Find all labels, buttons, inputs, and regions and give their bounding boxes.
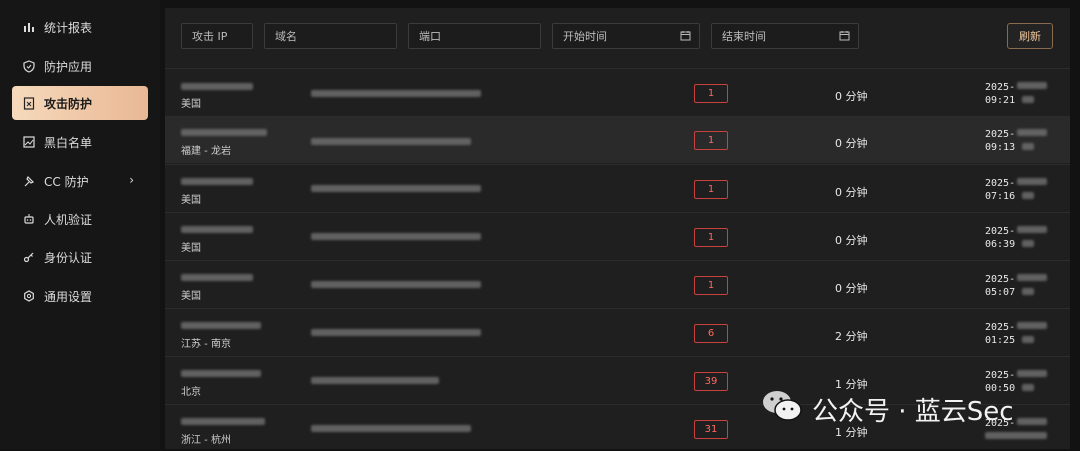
shield-icon <box>22 59 36 73</box>
list-image-icon <box>22 135 36 149</box>
location-cell: 美国 <box>181 99 201 110</box>
attack-count-badge: 6 <box>694 324 728 343</box>
attack-count-badge: 1 <box>694 131 728 150</box>
duration-cell: 0 分钟 <box>835 282 868 295</box>
key-icon <box>22 250 36 264</box>
time-date: 2025- <box>985 226 1016 237</box>
sidebar-item-blackwhite[interactable]: 黑白名单 <box>12 125 148 159</box>
time-date: 2025- <box>985 370 1016 381</box>
sidebar-item-cc[interactable]: CC 防护 › <box>12 164 148 198</box>
pin-icon <box>22 174 36 188</box>
port-filter-input[interactable]: 端口 <box>408 23 541 49</box>
sidebar-item-apps[interactable]: 防护应用 <box>12 49 148 83</box>
watermark-text: 公众号 · 蓝云Sec <box>812 397 1014 427</box>
location-cell: 美国 <box>181 195 201 206</box>
time-cell: 2025- 06:39 <box>985 225 1015 251</box>
sidebar-item-label: 防护应用 <box>44 59 93 74</box>
attack-count-badge: 1 <box>694 84 728 103</box>
attack-count-badge: 31 <box>694 420 728 439</box>
sidebar-item-stats[interactable]: 统计报表 <box>12 10 148 44</box>
sidebar-item-label: CC 防护 <box>44 174 89 189</box>
start-time-input[interactable]: 开始时间 <box>552 23 700 49</box>
sidebar-item-label: 通用设置 <box>44 289 93 304</box>
time-clock: 05:07 <box>985 287 1016 298</box>
attack-doc-icon <box>22 96 36 110</box>
sidebar-item-label: 黑白名单 <box>44 135 93 150</box>
location-cell: 浙江 - 杭州 <box>181 435 231 446</box>
location-cell: 美国 <box>181 291 201 302</box>
calendar-icon <box>680 30 691 44</box>
attack-count-badge: 1 <box>694 180 728 199</box>
time-cell: 2025- 09:13 <box>985 128 1015 154</box>
time-clock: 01:25 <box>985 335 1016 346</box>
time-cell: 2025- 07:16 <box>985 177 1015 203</box>
start-time-placeholder: 开始时间 <box>563 30 607 43</box>
time-cell: 2025- 01:25 <box>985 321 1015 347</box>
table-row[interactable]: 福建 - 龙岩 1 0 分钟 2025- 09:13 <box>165 116 1070 163</box>
duration-cell: 0 分钟 <box>835 90 868 103</box>
watermark: 公众号 · 蓝云Sec <box>760 388 1014 431</box>
location-cell: 北京 <box>181 387 201 398</box>
sidebar-item-auth[interactable]: 身份认证 <box>12 240 148 274</box>
sidebar-item-attack[interactable]: 攻击防护 <box>12 86 148 120</box>
calendar-icon <box>839 30 850 44</box>
end-time-placeholder: 结束时间 <box>722 30 766 43</box>
time-clock: 09:21 <box>985 95 1016 106</box>
time-date: 2025- <box>985 82 1016 93</box>
table-row[interactable]: 美国 1 0 分钟 2025- 05:07 <box>165 260 1070 307</box>
domain-filter-input[interactable]: 域名 <box>264 23 397 49</box>
bar-chart-icon <box>22 20 36 34</box>
ip-filter-placeholder: 攻击 IP <box>192 30 228 43</box>
chevron-right-icon: › <box>129 173 134 187</box>
table-row[interactable]: 江苏 - 南京 6 2 分钟 2025- 01:25 <box>165 308 1070 355</box>
table-row[interactable]: 美国 1 0 分钟 2025- 09:21 <box>165 68 1070 115</box>
location-cell: 美国 <box>181 243 201 254</box>
time-date: 2025- <box>985 129 1016 140</box>
time-cell: 2025- 09:21 <box>985 81 1015 107</box>
main-panel: 攻击 IP 域名 端口 开始时间 结束时间 刷新 美国 1 0 分钟 2025-… <box>165 8 1070 449</box>
domain-filter-placeholder: 域名 <box>275 30 297 43</box>
port-filter-placeholder: 端口 <box>419 30 441 43</box>
location-cell: 江苏 - 南京 <box>181 339 231 350</box>
time-date: 2025- <box>985 322 1016 333</box>
duration-cell: 0 分钟 <box>835 234 868 247</box>
time-clock: 09:13 <box>985 142 1016 153</box>
sidebar: 统计报表 防护应用 攻击防护 黑白名单 CC 防护 › 人机验证 身份认证 通用… <box>0 0 160 449</box>
duration-cell: 0 分钟 <box>835 186 868 199</box>
sidebar-item-label: 身份认证 <box>44 250 93 265</box>
robot-icon <box>22 212 36 226</box>
time-date: 2025- <box>985 178 1016 189</box>
table-row[interactable]: 美国 1 0 分钟 2025- 06:39 <box>165 212 1070 259</box>
sidebar-item-label: 人机验证 <box>44 212 93 227</box>
duration-cell: 0 分钟 <box>835 137 868 150</box>
sidebar-item-settings[interactable]: 通用设置 <box>12 279 148 313</box>
attack-count-badge: 39 <box>694 372 728 391</box>
duration-cell: 2 分钟 <box>835 330 868 343</box>
gear-icon <box>22 289 36 303</box>
time-date: 2025- <box>985 274 1016 285</box>
time-cell: 2025- 05:07 <box>985 273 1015 299</box>
sidebar-item-captcha[interactable]: 人机验证 <box>12 202 148 236</box>
ip-filter-input[interactable]: 攻击 IP <box>181 23 253 49</box>
wechat-icon <box>760 388 804 431</box>
location-cell: 福建 - 龙岩 <box>181 146 231 157</box>
refresh-button[interactable]: 刷新 <box>1007 23 1053 49</box>
sidebar-item-label: 攻击防护 <box>44 96 93 111</box>
table-row[interactable]: 美国 1 0 分钟 2025- 07:16 <box>165 164 1070 211</box>
sidebar-item-label: 统计报表 <box>44 20 93 35</box>
end-time-input[interactable]: 结束时间 <box>711 23 859 49</box>
time-clock: 07:16 <box>985 191 1016 202</box>
attack-count-badge: 1 <box>694 276 728 295</box>
time-clock: 06:39 <box>985 239 1016 250</box>
attack-count-badge: 1 <box>694 228 728 247</box>
